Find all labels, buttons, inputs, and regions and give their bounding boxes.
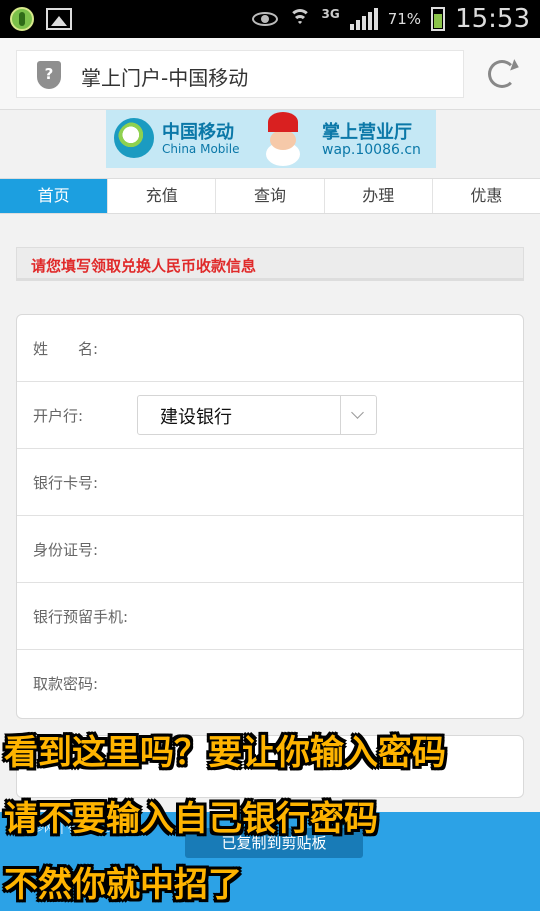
eye-icon (251, 12, 278, 26)
phone-label: 银行预留手机: (33, 608, 129, 626)
reload-icon[interactable] (488, 60, 516, 88)
bank-select-value: 建设银行 (160, 407, 232, 428)
nav-tabs: 首页 充值 查询 办理 优惠 (0, 178, 540, 214)
santa-illustration (262, 112, 304, 168)
tab-home[interactable]: 首页 (0, 179, 109, 213)
brand-name-en: China Mobile (162, 142, 240, 156)
payment-info-form: 姓 名: 开户行: 建设银行 银行卡号: 身份证号: 银行预留手机: 取款密码: (16, 314, 524, 719)
tab-recharge[interactable]: 充值 (108, 179, 217, 213)
bank-row: 开户行: 建设银行 (17, 382, 523, 449)
service-url: wap.10086.cn (322, 142, 421, 158)
page-title: 掌上门户-中国移动 (81, 66, 249, 90)
phone-row[interactable]: 银行预留手机: (17, 583, 523, 650)
brand-name-cn: 中国移动 (162, 122, 234, 143)
header-banner[interactable]: 中国移动 China Mobile 掌上营业厅 wap.10086.cn (106, 110, 436, 168)
browser-toolbar: ? 掌上门户-中国移动 (0, 38, 540, 110)
pin-row[interactable]: 取款密码: (17, 650, 523, 717)
network-type: 3G (321, 7, 340, 21)
service-name: 掌上营业厅 (322, 122, 412, 143)
id-number-label: 身份证号: (33, 541, 99, 559)
tab-query[interactable]: 查询 (216, 179, 325, 213)
signal-icon (349, 8, 378, 30)
notice-bar: 请您填写领取兑换人民币收款信息 (16, 247, 524, 281)
clock: 15:53 (455, 4, 530, 34)
china-mobile-logo (114, 118, 154, 158)
card-number-label: 银行卡号: (33, 474, 99, 492)
id-number-row[interactable]: 身份证号: (17, 516, 523, 583)
copied-toast: 已复制到剪贴板 (185, 828, 363, 858)
name-label: 姓 名: (33, 340, 99, 358)
battery-percent: 71% (387, 10, 422, 28)
input-box[interactable] (16, 735, 524, 798)
status-bar: 3G 71% 15:53 (0, 0, 540, 38)
address-field[interactable]: ? 掌上门户-中国移动 (16, 50, 464, 98)
bank-label: 开户行: (33, 407, 84, 425)
name-row[interactable]: 姓 名: (17, 315, 523, 382)
wifi-icon (288, 7, 312, 31)
tab-services[interactable]: 办理 (325, 179, 433, 213)
bank-select[interactable]: 建设银行 (137, 395, 377, 435)
app-notification-icon (10, 7, 34, 31)
gallery-notification-icon (46, 8, 72, 30)
tab-offers[interactable]: 优惠 (433, 179, 540, 213)
pin-label: 取款密码: (33, 675, 99, 693)
chevron-down-icon[interactable] (340, 396, 376, 434)
notice-text: 请您填写领取兑换人民币收款信息 (31, 257, 257, 275)
footer-links[interactable]: 移动参网 | 符另书签 (8, 818, 116, 835)
battery-icon (431, 7, 446, 31)
card-number-row[interactable]: 银行卡号: (17, 449, 523, 516)
footer-bar: 移动参网 | 符另书签 已复制到剪贴板 (0, 812, 540, 911)
web-page: 中国移动 China Mobile 掌上营业厅 wap.10086.cn 首页 … (0, 110, 540, 911)
security-shield-icon[interactable]: ? (37, 61, 61, 89)
